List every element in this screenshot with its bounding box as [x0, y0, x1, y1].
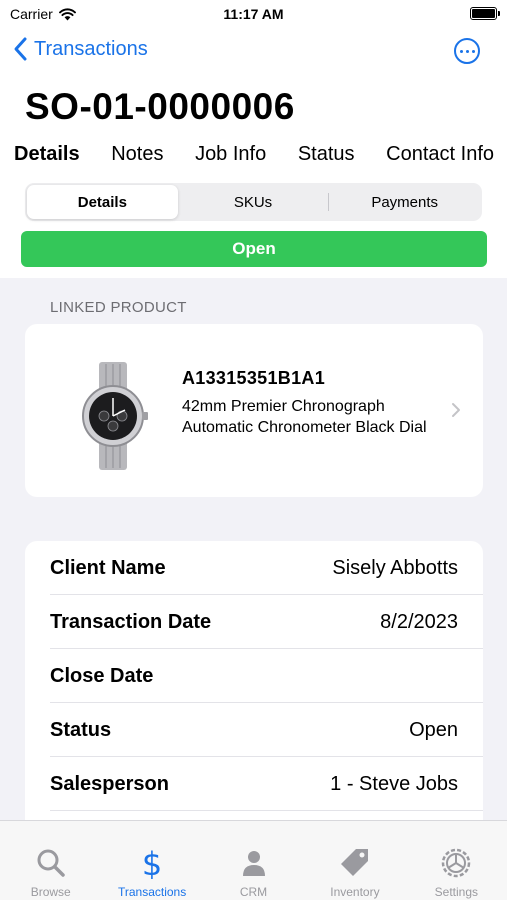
magnifier-icon: [35, 847, 67, 879]
page-title: SO-01-0000006: [25, 86, 295, 127]
detail-row-salesperson[interactable]: Salesperson 1 - Steve Jobs: [25, 757, 483, 811]
dollar-icon: $: [136, 847, 168, 879]
linked-product-card[interactable]: A13315351B1A1 42mm Premier Chronograph A…: [25, 324, 483, 497]
header-area: Carrier 11:17 AM Transactions SO-01-0000…: [0, 0, 507, 278]
detail-value: 8/2/2023: [380, 610, 458, 633]
product-description: 42mm Premier Chronograph Automatic Chron…: [182, 398, 427, 436]
gear-icon: [440, 847, 472, 879]
back-label: Transactions: [34, 37, 148, 60]
detail-row-transaction-date[interactable]: Transaction Date 8/2/2023: [25, 595, 483, 649]
battery-icon: [470, 7, 500, 20]
detail-label: Client Name: [50, 556, 166, 579]
segment-details[interactable]: Details: [27, 185, 178, 219]
tabbar-label: Transactions: [117, 885, 187, 899]
ellipsis-icon: [459, 49, 463, 53]
section-header-linked-product: LINKED PRODUCT: [50, 299, 187, 316]
detail-value: Sisely Abbotts: [332, 556, 458, 579]
watch-image: [82, 362, 148, 470]
tabbar-label: Settings: [434, 885, 478, 899]
tag-icon: [339, 847, 371, 879]
detail-value: 1 - Steve Jobs: [330, 772, 458, 795]
tab-notes[interactable]: Notes: [111, 143, 163, 166]
detail-label: Salesperson: [50, 772, 169, 795]
tabbar-label: Browse: [30, 885, 71, 899]
detail-row-close-date[interactable]: Close Date: [25, 649, 483, 703]
detail-value: Open: [409, 718, 458, 741]
segment-skus[interactable]: SKUs: [178, 185, 329, 219]
segment-payments[interactable]: Payments: [329, 185, 480, 219]
status-banner[interactable]: Open: [21, 231, 487, 267]
chevron-right-icon: [452, 403, 460, 417]
detail-row-status[interactable]: Status Open: [25, 703, 483, 757]
tab-job-info[interactable]: Job Info: [195, 143, 266, 166]
bottom-tab-bar: Browse $ Transactions CRM Inventory Sett…: [0, 820, 507, 900]
tabbar-label: CRM: [239, 885, 268, 899]
detail-label: Transaction Date: [50, 610, 212, 633]
back-button[interactable]: Transactions: [12, 36, 148, 62]
tabbar-settings[interactable]: Settings: [406, 821, 507, 900]
svg-text:$: $: [142, 847, 162, 879]
tabbar-transactions[interactable]: $ Transactions: [101, 821, 202, 900]
tabbar-inventory[interactable]: Inventory: [304, 821, 405, 900]
more-options-button[interactable]: [454, 38, 480, 64]
tabbar-label: Inventory: [330, 885, 380, 899]
product-sku: A13315351B1A1: [182, 368, 326, 388]
tabbar-browse[interactable]: Browse: [0, 821, 101, 900]
person-icon: [238, 847, 270, 879]
clock: 11:17 AM: [223, 6, 284, 22]
detail-row-client-name[interactable]: Client Name Sisely Abbotts: [25, 541, 483, 595]
tabbar-crm[interactable]: CRM: [203, 821, 304, 900]
transaction-details-card: Client Name Sisely Abbotts Transaction D…: [25, 541, 483, 841]
tab-status[interactable]: Status: [298, 143, 355, 166]
detail-label: Status: [50, 718, 112, 741]
tab-details[interactable]: Details: [14, 143, 80, 166]
status-bar: Carrier 11:17 AM: [0, 0, 507, 28]
chevron-left-icon: [14, 37, 27, 61]
tab-strip: Details Notes Job Info Status Contact In…: [14, 143, 494, 166]
tab-contact-info[interactable]: Contact Info: [386, 143, 494, 166]
detail-label: Close Date: [50, 664, 154, 687]
segmented-control: Details SKUs Payments: [25, 183, 482, 221]
